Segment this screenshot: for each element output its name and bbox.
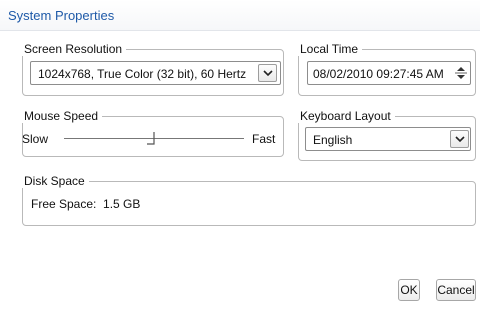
slider-min-label: Slow	[22, 132, 49, 146]
screen-resolution-value: 1024x768, True Color (32 bit), 60 Hertz	[38, 67, 247, 81]
spin-divider-icon	[455, 72, 467, 74]
ok-button[interactable]: OK	[398, 279, 420, 301]
disk-space-legend: Disk Space	[24, 174, 85, 188]
local-time-field[interactable]: 08/02/2010 09:27:45 AM	[307, 61, 471, 85]
local-time-value: 08/02/2010 09:27:45 AM	[313, 67, 444, 81]
title-bar: System Properties	[0, 0, 480, 31]
mouse-speed-legend: Mouse Speed	[24, 109, 99, 123]
time-spinner[interactable]	[452, 64, 470, 82]
screen-resolution-legend: Screen Resolution	[24, 42, 123, 56]
mouse-speed-slider[interactable]	[64, 128, 244, 148]
local-time-legend: Local Time	[300, 42, 359, 56]
chevron-down-icon[interactable]	[450, 130, 469, 148]
chevron-down-icon[interactable]	[258, 64, 277, 82]
keyboard-layout-legend: Keyboard Layout	[300, 109, 391, 123]
spin-down-icon[interactable]	[456, 75, 466, 80]
spin-up-icon[interactable]	[456, 66, 466, 71]
slider-thumb-icon[interactable]	[146, 130, 156, 146]
free-space-text: Free Space: 1.5 GB	[31, 197, 141, 211]
window-title: System Properties	[8, 8, 115, 23]
cancel-button[interactable]: Cancel	[436, 279, 476, 301]
slider-max-label: Fast	[252, 132, 276, 146]
keyboard-layout-value: English	[313, 133, 353, 147]
keyboard-layout-dropdown[interactable]: English	[305, 127, 471, 151]
screen-resolution-dropdown[interactable]: 1024x768, True Color (32 bit), 60 Hertz	[30, 61, 281, 85]
